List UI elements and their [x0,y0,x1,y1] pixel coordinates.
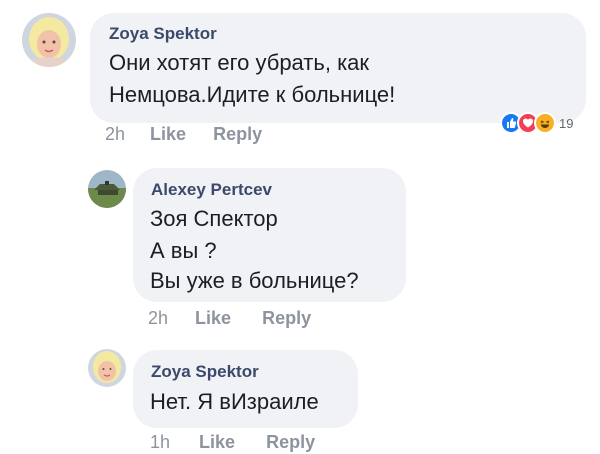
comment-text: Зоя Спектор [150,206,278,231]
comment-actions: 2h Like Reply [148,308,311,329]
reply-button[interactable]: Reply [262,308,311,328]
comment-time[interactable]: 1h [150,432,170,452]
comment-time[interactable]: 2h [148,308,168,328]
comment-author[interactable]: Alexey Pertcev [151,180,272,200]
comment-text: Нет. Я вИзраиле [150,389,319,414]
like-button[interactable]: Like [199,432,235,452]
avatar-photo [88,170,126,208]
haha-icon [534,112,556,134]
comment-text: Вы уже в больнице? [150,268,359,293]
comment-text: Они хотят его убрать, как [109,50,370,75]
avatar[interactable] [88,349,126,387]
comment-text: А вы ? [150,238,217,263]
like-button[interactable]: Like [195,308,231,328]
comment-actions: 2h Like Reply [105,124,262,145]
comment-author[interactable]: Zoya Spektor [151,362,259,382]
comment-text: Немцова.Идите к больнице! [109,82,396,107]
avatar[interactable] [88,170,126,208]
reaction-summary[interactable]: 19 [500,112,573,134]
avatar-photo [88,349,126,387]
comment-author[interactable]: Zoya Spektor [109,24,217,44]
avatar[interactable] [22,13,76,67]
comment-time[interactable]: 2h [105,124,125,144]
comment-actions: 1h Like Reply [150,432,315,453]
avatar-photo [22,13,76,67]
like-button[interactable]: Like [150,124,186,144]
reply-button[interactable]: Reply [266,432,315,452]
reply-button[interactable]: Reply [213,124,262,144]
reaction-count: 19 [559,115,574,131]
